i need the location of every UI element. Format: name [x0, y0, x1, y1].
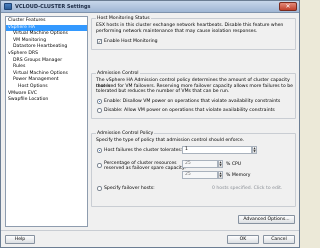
- advanced-options-button[interactable]: Advanced Options...: [238, 215, 295, 224]
- admission-policy-group: Admission Control Policy Specify the typ…: [91, 131, 296, 207]
- nav-item[interactable]: Cluster Features: [6, 18, 87, 25]
- help-button[interactable]: Help: [5, 235, 35, 244]
- admission-control-group: Admission Control The vSphere HA Admissi…: [91, 71, 296, 119]
- admission-policy-desc: Specify the type of policy that admissio…: [96, 138, 245, 143]
- admission-control-title: Admission Control: [96, 71, 140, 77]
- admission-disable-radio[interactable]: [97, 108, 102, 113]
- title-bar[interactable]: VCLOUD-CLUSTER Settings ✕: [1, 1, 299, 13]
- nav-item[interactable]: Power Management: [6, 77, 87, 84]
- settings-window: VCLOUD-CLUSTER Settings ✕ Cluster Featur…: [0, 0, 300, 248]
- nav-item[interactable]: vSphere DRS: [6, 51, 87, 58]
- host-failures-radio[interactable]: [97, 148, 102, 153]
- host-failures-label: Host failures the cluster tolerates:: [104, 147, 183, 153]
- footer-separator: [1, 230, 299, 231]
- cluster-icon: [4, 3, 12, 10]
- admission-policy-title: Admission Control Policy: [96, 131, 155, 137]
- ok-button[interactable]: OK: [227, 235, 259, 244]
- percentage-label-2: reserved as failover spare capacity:: [104, 166, 186, 171]
- memory-percent-spinner[interactable]: ▲ ▼: [218, 171, 223, 179]
- nav-item[interactable]: Rules: [6, 64, 87, 71]
- nav-item[interactable]: Virtual Machine Options: [6, 31, 87, 38]
- host-failures-spinner[interactable]: ▲ ▼: [252, 146, 257, 154]
- cpu-percent-spinner[interactable]: ▲ ▼: [218, 160, 223, 168]
- close-button[interactable]: ✕: [279, 2, 297, 11]
- nav-item[interactable]: Datastore Heartbeating: [6, 44, 87, 51]
- memory-percent-input[interactable]: 25: [182, 171, 218, 179]
- failover-hosts-radio[interactable]: [97, 186, 102, 191]
- failover-hosts-label: Specify failover hosts:: [104, 185, 155, 191]
- admission-enable-radio[interactable]: [97, 99, 102, 104]
- nav-item[interactable]: Host Options: [6, 84, 87, 91]
- window-title: VCLOUD-CLUSTER Settings: [15, 3, 91, 10]
- nav-item[interactable]: Swapfile Location: [6, 97, 87, 104]
- admission-disable-label: Disable: Allow VM power on operations th…: [104, 107, 275, 113]
- host-monitoring-desc-2: performing network maintenance that may …: [96, 28, 258, 34]
- cpu-percent-input[interactable]: 25: [182, 160, 218, 168]
- host-monitoring-title: Host Monitoring Status: [96, 16, 151, 22]
- cancel-button[interactable]: Cancel: [263, 235, 295, 244]
- percentage-radio[interactable]: [97, 163, 102, 168]
- cpu-unit-label: % CPU: [226, 161, 242, 167]
- enable-host-monitoring-label: Enable Host Monitoring: [104, 38, 158, 44]
- admission-desc-3: tolerated but reduces the number of VMs …: [96, 89, 230, 94]
- host-failures-input[interactable]: 1: [182, 146, 252, 154]
- settings-nav-tree[interactable]: Cluster Features vSphere HA Virtual Machin…: [5, 16, 88, 227]
- memory-unit-label: % Memory: [226, 172, 251, 178]
- failover-hosts-edit-link[interactable]: 0 hosts specified. Click to edit.: [212, 186, 282, 192]
- enable-host-monitoring-checkbox[interactable]: ✓: [97, 39, 102, 44]
- admission-enable-label: Enable: Disallow VM power on operations …: [104, 98, 281, 104]
- host-monitoring-group: Host Monitoring Status ESX hosts in this…: [91, 16, 296, 50]
